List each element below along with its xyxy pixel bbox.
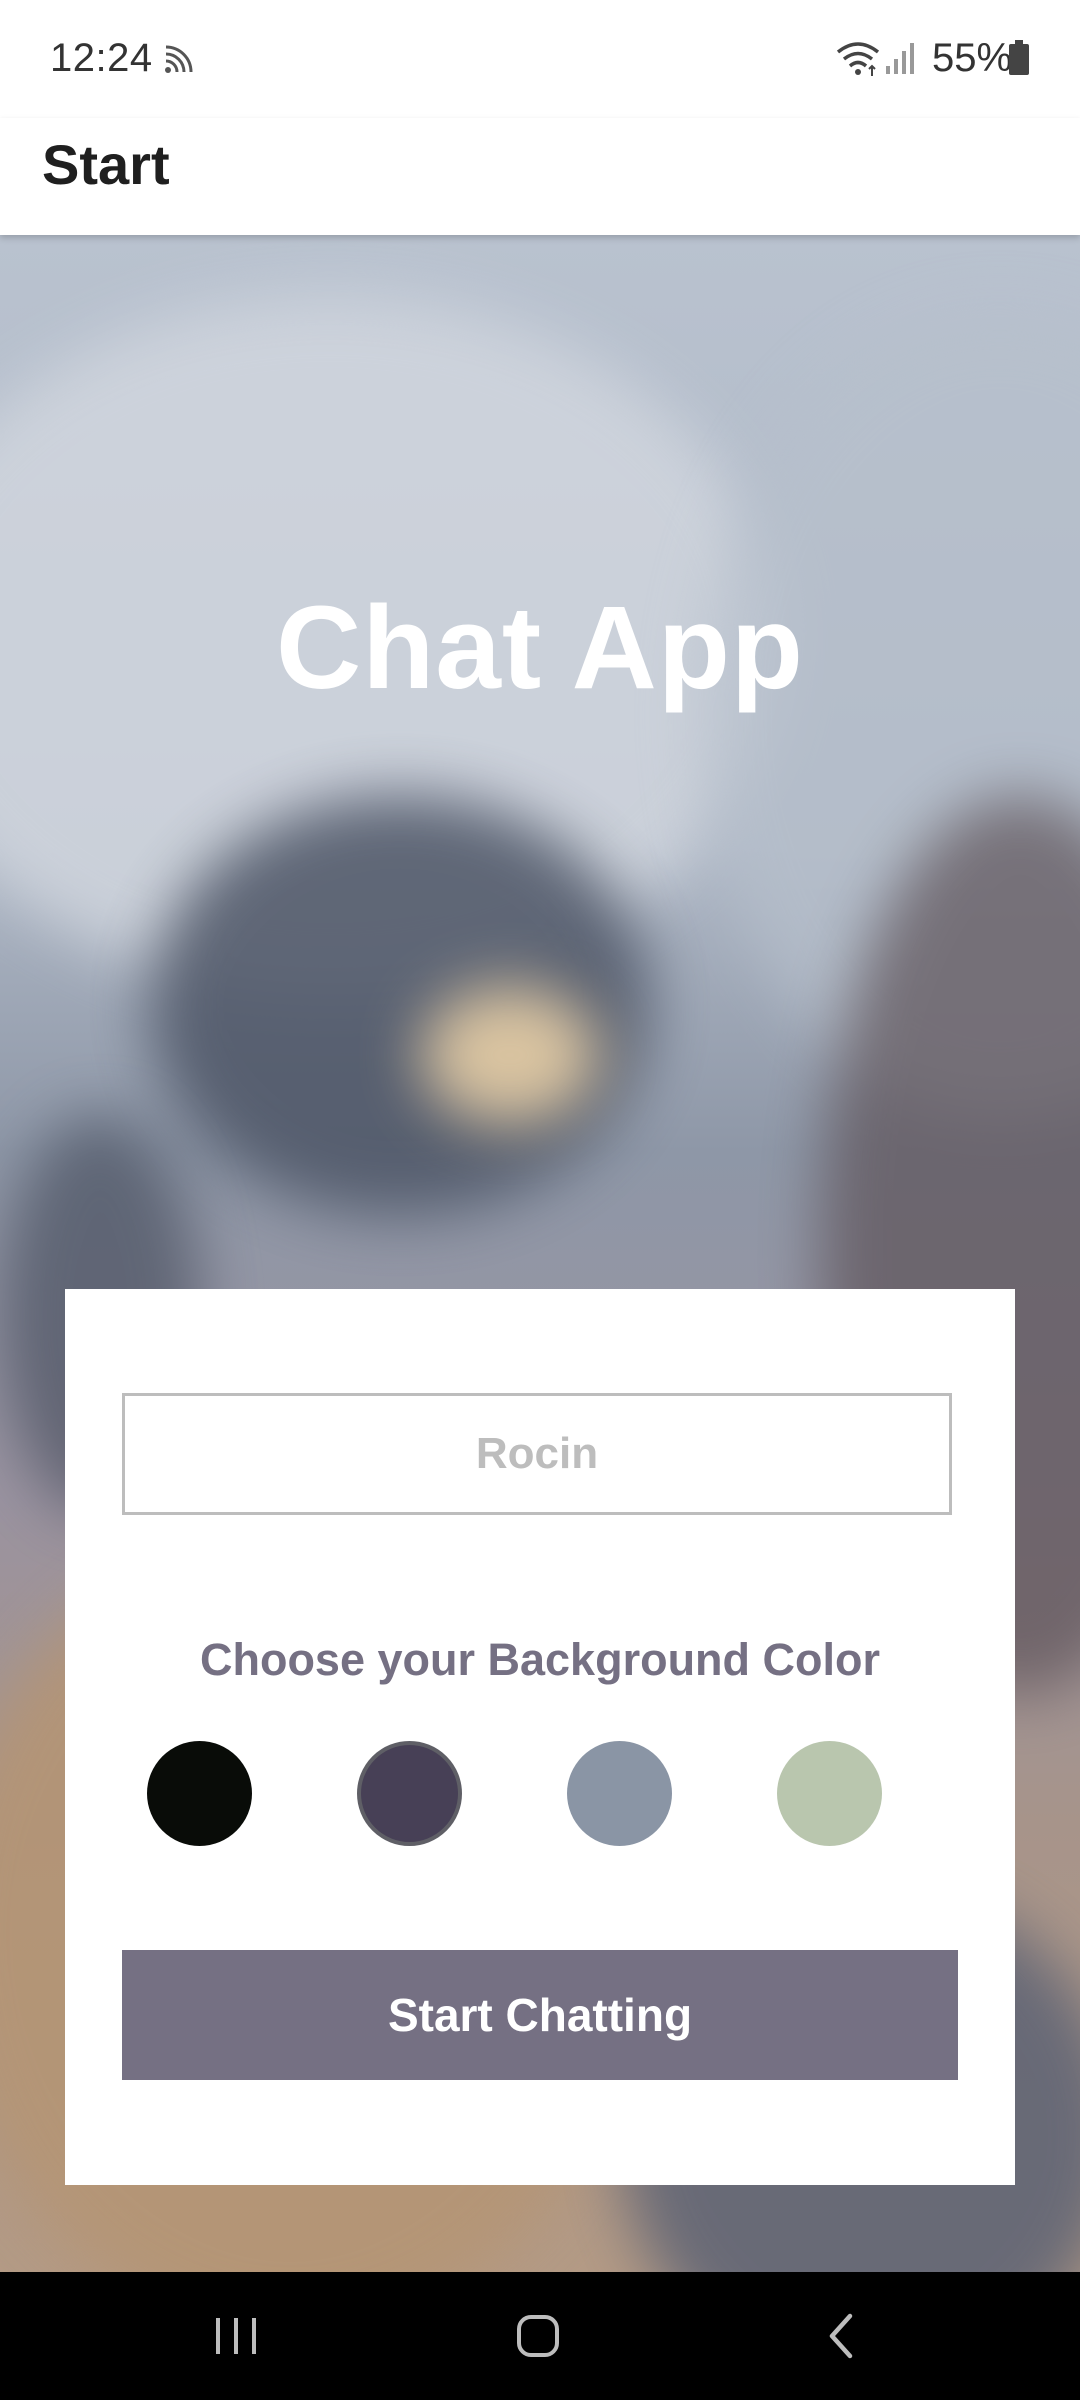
- signal-icon: [886, 43, 914, 74]
- screen: 12:24 55% Start Chat App Rocin Choose yo…: [0, 0, 1080, 2400]
- app-bar: Start: [0, 118, 1080, 235]
- color-swatch-green[interactable]: [777, 1741, 882, 1846]
- home-icon[interactable]: [508, 2306, 568, 2366]
- battery-icon: [1009, 40, 1029, 75]
- background-image: Chat App Choose your Background Color St…: [0, 235, 1080, 2272]
- start-chatting-button[interactable]: Start Chatting: [122, 1950, 958, 2080]
- choose-color-label: Choose your Background Color: [199, 1634, 881, 1685]
- start-card: Choose your Background Color Start Chatt…: [65, 1289, 1015, 2185]
- status-bar: 12:24 55%: [0, 0, 1080, 118]
- back-icon[interactable]: [812, 2306, 872, 2366]
- background-blur-shape: [150, 795, 650, 1215]
- color-swatch-black[interactable]: [147, 1741, 252, 1846]
- color-swatch-purple[interactable]: [357, 1741, 462, 1846]
- status-time: 12:24: [50, 36, 153, 80]
- battery-percentage: 55%: [932, 36, 1013, 80]
- name-input[interactable]: [122, 1393, 952, 1515]
- color-swatch-grey-blue[interactable]: [567, 1741, 672, 1846]
- wifi-icon: [836, 42, 880, 76]
- app-bar-title: Start: [42, 133, 170, 196]
- recent-apps-icon[interactable]: [206, 2306, 266, 2366]
- app-title: Chat App: [276, 582, 804, 714]
- navigation-bar: [0, 2272, 1080, 2400]
- background-blur-shape: [420, 985, 600, 1125]
- cast-icon: [165, 45, 193, 73]
